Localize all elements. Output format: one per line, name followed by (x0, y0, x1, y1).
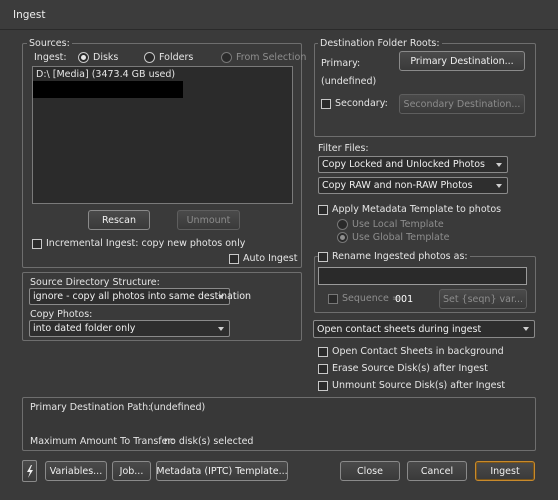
redacted-item (33, 81, 183, 98)
rename-box[interactable] (318, 251, 328, 262)
rename-checkbox[interactable]: Rename Ingested photos as: (318, 251, 470, 262)
primary-label: Primary: (321, 58, 361, 69)
unmount-source-checkbox[interactable]: Unmount Source Disk(s) after Ingest (318, 380, 505, 391)
radio-from-selection-label: From Selection (236, 52, 307, 63)
chevron-down-icon (496, 184, 502, 188)
chevron-down-icon (218, 295, 224, 299)
source-structure-select[interactable]: ignore - copy all photos into same desti… (29, 288, 251, 305)
radio-disks-label: Disks (93, 52, 119, 63)
radio-folders-label: Folders (159, 52, 194, 63)
radio-disks[interactable]: Disks (78, 52, 118, 63)
max-transfer-label: Maximum Amount To Transfer: (30, 436, 175, 447)
unmount-button[interactable]: Unmount (177, 210, 240, 230)
contact-background-box[interactable] (318, 346, 328, 357)
auto-ingest-checkbox[interactable]: Auto Ingest (229, 253, 297, 264)
use-global-template-radio[interactable]: Use Global Template (337, 232, 449, 243)
unmount-source-label: Unmount Source Disk(s) after Ingest (332, 380, 506, 391)
incremental-ingest-label: Incremental Ingest: copy new photos only (46, 238, 246, 249)
primary-path-value: (undefined) (150, 402, 206, 413)
filter-files-label: Filter Files: (318, 143, 369, 154)
contact-sheets-value: Open contact sheets during ingest (317, 323, 482, 335)
auto-ingest-label: Auto Ingest (243, 253, 298, 264)
chevron-down-icon (218, 327, 224, 331)
raw-select-value: Copy RAW and non-RAW Photos (322, 180, 473, 191)
metadata-template-button[interactable]: Metadata (IPTC) Template... (156, 461, 288, 481)
raw-select[interactable]: Copy RAW and non-RAW Photos (318, 177, 508, 194)
unmount-source-box[interactable] (318, 380, 328, 391)
source-structure-label: Source Directory Structure: (30, 277, 160, 288)
variables-button[interactable]: Variables... (45, 461, 107, 481)
contact-background-checkbox[interactable]: Open Contact Sheets in background (318, 346, 504, 357)
secondary-destination-button[interactable]: Secondary Destination... (399, 94, 525, 114)
apply-metadata-checkbox[interactable]: Apply Metadata Template to photos (318, 204, 501, 215)
radio-disks-dot[interactable] (78, 52, 89, 63)
erase-source-checkbox[interactable]: Erase Source Disk(s) after Ingest (318, 363, 488, 374)
window-title: Ingest (13, 9, 46, 21)
secondary-box[interactable] (321, 98, 331, 109)
lightning-button[interactable] (22, 460, 37, 482)
rename-label: Rename Ingested photos as: (332, 251, 468, 262)
sequence-box[interactable] (328, 293, 338, 304)
disk-list-item[interactable]: D:\ [Media] (3473.4 GB used) (36, 69, 175, 80)
chevron-down-icon (496, 163, 502, 167)
title-bar: Ingest (0, 0, 558, 30)
primary-destination-button[interactable]: Primary Destination... (399, 51, 525, 71)
primary-path-label: Primary Destination Path: (30, 402, 152, 413)
copy-photos-label: Copy Photos: (30, 309, 93, 320)
use-local-template-radio[interactable]: Use Local Template (337, 219, 444, 230)
auto-ingest-box[interactable] (229, 253, 239, 264)
radio-folders[interactable]: Folders (144, 52, 193, 63)
disk-list[interactable]: D:\ [Media] (3473.4 GB used) (32, 66, 293, 204)
job-button[interactable]: Job... (112, 461, 151, 481)
sequence-label: Sequence = (342, 293, 400, 304)
contact-background-label: Open Contact Sheets in background (332, 346, 504, 357)
sequence-checkbox[interactable]: Sequence = (328, 293, 400, 304)
rescan-button[interactable]: Rescan (88, 210, 150, 230)
copy-photos-select[interactable]: into dated folder only (29, 320, 230, 337)
incremental-ingest-checkbox[interactable]: Incremental Ingest: copy new photos only (32, 238, 245, 249)
contact-sheets-select[interactable]: Open contact sheets during ingest (313, 320, 535, 338)
use-global-template-label: Use Global Template (352, 232, 450, 243)
set-seqn-button[interactable]: Set {seqn} var... (439, 289, 527, 309)
ingest-label: Ingest: (34, 52, 67, 63)
apply-metadata-box[interactable] (318, 204, 328, 215)
sequence-value: 001 (395, 294, 414, 305)
destination-legend: Destination Folder Roots: (318, 38, 442, 49)
max-transfer-value: no disk(s) selected (164, 436, 254, 447)
ingest-button[interactable]: Ingest (475, 461, 535, 481)
radio-from-selection-dot[interactable] (221, 52, 232, 63)
primary-value: (undefined) (321, 76, 377, 87)
erase-source-label: Erase Source Disk(s) after Ingest (332, 363, 488, 374)
secondary-checkbox[interactable]: Secondary: (321, 98, 388, 109)
radio-from-selection[interactable]: From Selection (221, 52, 306, 63)
incremental-ingest-box[interactable] (32, 238, 42, 249)
chevron-down-icon (523, 327, 529, 331)
erase-source-box[interactable] (318, 363, 328, 374)
secondary-label: Secondary: (335, 98, 388, 109)
radio-folders-dot[interactable] (144, 52, 155, 63)
apply-metadata-label: Apply Metadata Template to photos (332, 204, 502, 215)
use-local-template-dot[interactable] (337, 219, 348, 230)
locked-select[interactable]: Copy Locked and Unlocked Photos (318, 156, 508, 173)
copy-photos-value: into dated folder only (33, 323, 136, 334)
use-local-template-label: Use Local Template (352, 219, 444, 230)
use-global-template-dot[interactable] (337, 232, 348, 243)
close-button[interactable]: Close (340, 461, 400, 481)
locked-select-value: Copy Locked and Unlocked Photos (322, 159, 485, 170)
cancel-button[interactable]: Cancel (407, 461, 467, 481)
sources-legend: Sources: (27, 38, 72, 49)
lightning-icon (26, 464, 33, 478)
rename-input[interactable] (318, 267, 527, 285)
